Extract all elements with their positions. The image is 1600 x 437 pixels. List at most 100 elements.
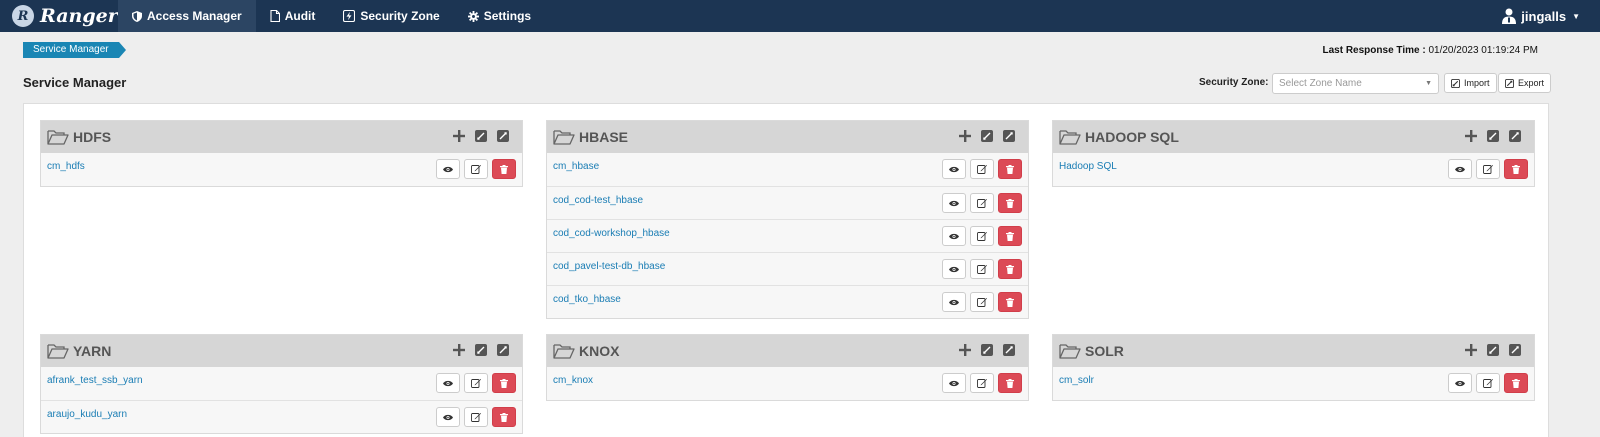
service-link[interactable]: cod_cod-test_hbase (553, 195, 643, 206)
nav-security-zone-label: Security Zone (360, 9, 440, 23)
delete-button[interactable] (998, 226, 1022, 246)
file-icon (270, 10, 280, 22)
service-row-actions (942, 159, 1022, 179)
service-link[interactable]: cod_tko_hbase (553, 294, 621, 305)
view-button[interactable] (1448, 159, 1472, 179)
edit-button[interactable] (1476, 373, 1500, 393)
import-service-icon[interactable] (474, 343, 488, 357)
service-list: cm_hbase cod_cod-test_hbase cod_cod-work… (547, 153, 1028, 318)
user-menu[interactable]: jingalls ▼ (1502, 0, 1580, 32)
view-button[interactable] (942, 259, 966, 279)
brand-logo[interactable]: R Ranger (0, 0, 118, 32)
export-service-icon[interactable] (1002, 129, 1016, 143)
view-button[interactable] (942, 226, 966, 246)
edit-button[interactable] (970, 259, 994, 279)
add-service-icon[interactable] (452, 129, 466, 143)
view-button[interactable] (436, 373, 460, 393)
add-service-icon[interactable] (452, 343, 466, 357)
edit-button[interactable] (464, 159, 488, 179)
view-button[interactable] (1448, 373, 1472, 393)
export-service-icon[interactable] (1002, 343, 1016, 357)
export-service-icon[interactable] (496, 343, 510, 357)
export-label: Export (1518, 78, 1545, 88)
caret-down-icon: ▼ (1572, 11, 1580, 21)
delete-button[interactable] (998, 159, 1022, 179)
delete-button[interactable] (998, 193, 1022, 213)
service-header-actions (452, 343, 510, 357)
service-list: afrank_test_ssb_yarn araujo_kudu_yarn (41, 367, 522, 433)
security-zone-select[interactable]: Select Zone Name ▼ (1272, 73, 1439, 94)
import-service-icon[interactable] (474, 129, 488, 143)
delete-button[interactable] (492, 373, 516, 393)
edit-button[interactable] (970, 159, 994, 179)
nav-audit[interactable]: Audit (256, 0, 330, 32)
top-navbar: R Ranger Access Manager Audit Security Z… (0, 0, 1600, 32)
service-row: cod_pavel-test-db_hbase (547, 252, 1028, 285)
delete-button[interactable] (998, 259, 1022, 279)
add-service-icon[interactable] (1464, 129, 1478, 143)
view-button[interactable] (942, 373, 966, 393)
export-service-icon[interactable] (1508, 343, 1522, 357)
import-service-icon[interactable] (1486, 343, 1500, 357)
service-header-actions (452, 129, 510, 143)
nav-access-manager[interactable]: Access Manager (118, 0, 256, 32)
add-service-icon[interactable] (958, 129, 972, 143)
eye-icon (949, 233, 959, 239)
service-header: HADOOP SQL (1053, 121, 1534, 153)
delete-button[interactable] (998, 292, 1022, 312)
delete-button[interactable] (1504, 159, 1528, 179)
import-button[interactable]: Import (1444, 73, 1497, 93)
edit-button[interactable] (1476, 159, 1500, 179)
shield-icon (132, 10, 142, 22)
service-title: SOLR (1085, 343, 1124, 359)
edit-button[interactable] (970, 292, 994, 312)
export-service-icon[interactable] (1508, 129, 1522, 143)
gear-icon (467, 10, 479, 22)
edit-button[interactable] (970, 193, 994, 213)
nav-settings[interactable]: Settings (454, 0, 545, 32)
view-button[interactable] (942, 159, 966, 179)
service-row-actions (942, 259, 1022, 279)
export-button[interactable]: Export (1498, 73, 1552, 93)
import-service-icon[interactable] (980, 129, 994, 143)
edit-button[interactable] (464, 407, 488, 427)
service-header: HBASE (547, 121, 1028, 153)
service-row-actions (436, 407, 516, 427)
service-link[interactable]: araujo_kudu_yarn (47, 409, 127, 420)
service-list: cm_solr (1053, 367, 1534, 400)
delete-button[interactable] (492, 407, 516, 427)
service-link[interactable]: cod_pavel-test-db_hbase (553, 261, 665, 272)
service-link[interactable]: cm_hdfs (47, 161, 85, 172)
service-link[interactable]: cm_hbase (553, 161, 599, 172)
export-service-icon[interactable] (496, 129, 510, 143)
breadcrumb-label: Service Manager (33, 44, 109, 55)
edit-button[interactable] (970, 226, 994, 246)
service-link[interactable]: cm_solr (1059, 375, 1094, 386)
view-button[interactable] (942, 193, 966, 213)
service-link[interactable]: Hadoop SQL (1059, 161, 1117, 172)
dropdown-arrow-icon: ▼ (1425, 80, 1432, 87)
delete-button[interactable] (492, 159, 516, 179)
breadcrumb[interactable]: Service Manager (23, 42, 126, 58)
delete-button[interactable] (1504, 373, 1528, 393)
import-service-icon[interactable] (980, 343, 994, 357)
service-link[interactable]: afrank_test_ssb_yarn (47, 375, 143, 386)
service-link[interactable]: cod_cod-workshop_hbase (553, 228, 670, 239)
edit-icon (977, 232, 987, 241)
view-button[interactable] (436, 407, 460, 427)
edit-icon (977, 199, 987, 208)
delete-button[interactable] (998, 373, 1022, 393)
trash-icon (1006, 264, 1014, 274)
nav-security-zone[interactable]: Security Zone (329, 0, 453, 32)
service-link[interactable]: cm_knox (553, 375, 593, 386)
page-title: Service Manager (23, 75, 127, 90)
view-button[interactable] (436, 159, 460, 179)
add-service-icon[interactable] (1464, 343, 1478, 357)
folder-open-icon (47, 129, 69, 145)
view-button[interactable] (942, 292, 966, 312)
edit-button[interactable] (464, 373, 488, 393)
edit-button[interactable] (970, 373, 994, 393)
import-service-icon[interactable] (1486, 129, 1500, 143)
add-service-icon[interactable] (958, 343, 972, 357)
import-icon (1451, 78, 1460, 88)
